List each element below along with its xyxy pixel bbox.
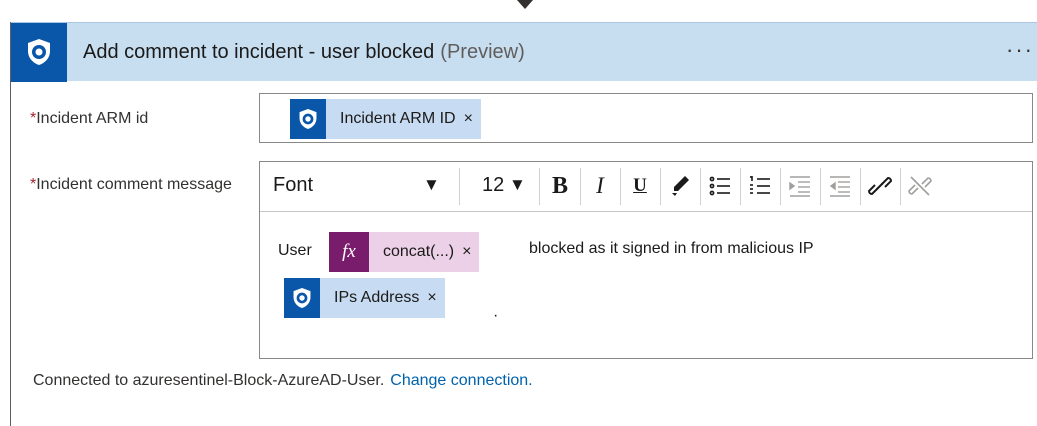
font-size-dropdown[interactable]: 12	[482, 174, 504, 197]
token-label: Incident ARM ID	[340, 110, 456, 127]
incident-arm-id-label-text: Incident ARM id	[36, 110, 149, 127]
function-fx-icon: fx	[329, 232, 369, 272]
font-family-dropdown[interactable]: Font	[273, 174, 313, 197]
incident-comment-editor[interactable]: Font ▼ 12 ▼ B I U User fx concat(...) × …	[259, 161, 1033, 359]
chevron-down-icon[interactable]: ▼	[423, 175, 440, 195]
action-title: Add comment to incident - user blocked (P…	[83, 41, 525, 64]
sentinel-shield-icon	[284, 278, 320, 318]
insert-link-icon[interactable]	[866, 171, 894, 201]
incident-comment-message-label: *Incident comment message	[30, 174, 240, 196]
chevron-down-icon[interactable]: ▼	[509, 175, 526, 195]
toolbar-divider	[580, 168, 581, 205]
action-title-text: Add comment to incident - user blocked	[83, 40, 435, 63]
toolbar-divider	[860, 168, 861, 205]
incident-arm-id-label: *Incident ARM id	[30, 108, 148, 130]
more-options-button[interactable]: ···	[1006, 37, 1034, 63]
toolbar-divider	[660, 168, 661, 205]
preview-badge: (Preview)	[440, 40, 525, 63]
toolbar-divider	[780, 168, 781, 205]
message-text-suffix: blocked as it signed in from malicious I…	[529, 240, 814, 257]
bold-button[interactable]: B	[546, 171, 574, 201]
connection-text: Connected to azuresentinel-Block-AzureAD…	[33, 372, 385, 389]
remove-link-icon[interactable]	[906, 171, 934, 201]
token-label: IPs Address	[334, 289, 420, 306]
underline-button[interactable]: U	[626, 171, 654, 201]
incident-arm-id-field[interactable]: Incident ARM ID ×	[259, 93, 1033, 143]
rich-text-toolbar: Font ▼ 12 ▼ B I U	[260, 162, 1032, 212]
message-text-prefix: User	[278, 242, 312, 259]
text-cursor-marker: ·	[493, 307, 499, 324]
connection-info: Connected to azuresentinel-Block-AzureAD…	[33, 372, 533, 390]
token-label: concat(...)	[383, 243, 455, 260]
action-card: Add comment to incident - user blocked (P…	[10, 22, 1037, 426]
flow-connector-arrow-icon	[517, 0, 533, 9]
highlight-pen-icon[interactable]	[666, 171, 694, 201]
remove-token-button[interactable]: ×	[427, 289, 444, 307]
increase-indent-icon[interactable]	[786, 171, 814, 201]
action-header[interactable]: Add comment to incident - user blocked (P…	[11, 22, 1037, 82]
toolbar-divider	[700, 168, 701, 205]
toolbar-divider	[539, 168, 540, 205]
toolbar-divider	[740, 168, 741, 205]
incident-arm-id-token[interactable]: Incident ARM ID ×	[290, 99, 481, 139]
toolbar-divider	[900, 168, 901, 205]
remove-token-button[interactable]: ×	[462, 243, 479, 261]
sentinel-shield-icon	[290, 99, 326, 139]
remove-token-button[interactable]: ×	[464, 110, 481, 128]
decrease-indent-icon[interactable]	[826, 171, 854, 201]
numbered-list-icon[interactable]	[746, 171, 774, 201]
sentinel-shield-icon	[11, 22, 67, 82]
concat-expression-token[interactable]: fx concat(...) ×	[329, 232, 480, 272]
incident-comment-message-label-text: Incident comment message	[36, 176, 232, 193]
toolbar-divider	[820, 168, 821, 205]
toolbar-divider	[620, 168, 621, 205]
ips-address-token[interactable]: IPs Address ×	[284, 278, 445, 318]
change-connection-link[interactable]: Change connection.	[390, 372, 532, 389]
bulleted-list-icon[interactable]	[706, 171, 734, 201]
toolbar-divider	[459, 168, 460, 205]
italic-button[interactable]: I	[586, 171, 614, 201]
